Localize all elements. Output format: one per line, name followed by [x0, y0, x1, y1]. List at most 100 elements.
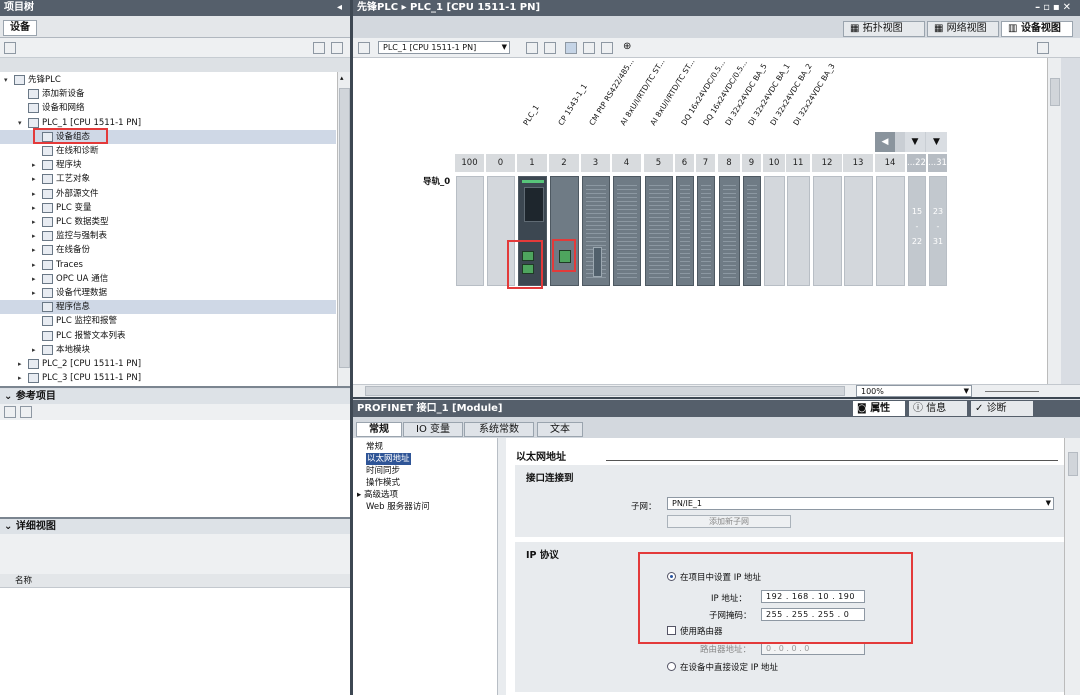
slot-number[interactable]: 4 — [612, 154, 642, 172]
expand-more-icon[interactable]: ▼ — [926, 132, 947, 152]
rack-module[interactable] — [844, 176, 873, 286]
scroll-up-icon[interactable]: ▴ — [340, 74, 349, 83]
rack-module[interactable] — [719, 176, 740, 286]
tree-item[interactable]: ▸ 本地模块 — [0, 343, 336, 357]
nav-item[interactable]: ▸ 高级选项 — [357, 489, 398, 501]
expand-arrow-icon[interactable]: ▸ — [32, 215, 40, 229]
tab-general[interactable]: 常规 — [356, 422, 402, 437]
slot-number[interactable]: 3 — [581, 154, 611, 172]
rack-module[interactable] — [613, 176, 641, 286]
rack-module[interactable] — [876, 176, 905, 286]
tree-scrollbar[interactable]: ▴ — [337, 72, 350, 386]
rack-module[interactable] — [456, 176, 484, 286]
tab-io-tags[interactable]: IO 变量 — [403, 422, 463, 437]
expand-arrow-icon[interactable]: ▸ — [32, 272, 40, 286]
expand-arrow-icon[interactable]: ▸ — [32, 187, 40, 201]
tree-item[interactable]: ▸ PLC_2 [CPU 1511-1 PN] — [0, 357, 336, 371]
slot-number[interactable]: 0 — [486, 154, 516, 172]
tab-diagnostics[interactable]: ✓ 诊断 — [971, 401, 1033, 416]
tree-item[interactable]: ▸ 监控与强制表 — [0, 229, 336, 243]
rack-module[interactable]: 23 - 31 — [929, 176, 947, 286]
add-subnet-button[interactable]: 添加新子网 — [667, 515, 791, 528]
nav-item[interactable]: 以太网地址 — [366, 453, 411, 465]
tree-item[interactable]: ▸ 在线备份 — [0, 243, 336, 257]
rack-module[interactable] — [813, 176, 842, 286]
slot-number[interactable]: 13 — [843, 154, 874, 172]
slot-number[interactable]: 2 — [549, 154, 580, 172]
tab-system-constants[interactable]: 系统常数 — [464, 422, 534, 437]
show-address-icon[interactable] — [544, 42, 556, 54]
slot-number[interactable]: 14 — [875, 154, 906, 172]
slot-number[interactable]: 5 — [644, 154, 674, 172]
tab-texts[interactable]: 文本 — [537, 422, 583, 437]
open-project-icon[interactable] — [4, 406, 16, 418]
vscroll-thumb[interactable] — [1050, 78, 1060, 106]
reference-header[interactable]: ⌄ 参考项目 — [0, 389, 350, 404]
overview-icon[interactable] — [1037, 42, 1049, 54]
prop-vscroll[interactable] — [1064, 438, 1080, 695]
tool-edit-icon[interactable] — [565, 42, 577, 54]
tree-item[interactable]: PLC 报警文本列表 — [0, 329, 336, 343]
expand-arrow-icon[interactable]: ▾ — [18, 116, 26, 130]
tab-devices[interactable]: 设备 — [3, 20, 37, 36]
canvas-hscroll[interactable]: 100% ▼ — [353, 384, 1080, 397]
nav-item[interactable]: 时间同步 — [366, 465, 400, 477]
tree-item[interactable]: ▸ OPC UA 通信 — [0, 272, 336, 286]
tree-item[interactable]: PLC 监控和报警 — [0, 314, 336, 328]
slot-number[interactable]: 8 — [718, 154, 741, 172]
properties-icon[interactable] — [526, 42, 538, 54]
radio-device-ip[interactable] — [667, 662, 676, 671]
tree-item[interactable]: 设备和网络 — [0, 101, 336, 115]
tree-item[interactable]: 在线和诊断 — [0, 144, 336, 158]
rack-module[interactable] — [743, 176, 761, 286]
tree-item[interactable]: 添加新设备 — [0, 87, 336, 101]
expand-arrow-icon[interactable]: ▾ — [4, 73, 12, 87]
rack-module[interactable] — [676, 176, 694, 286]
nav-splitter[interactable] — [498, 438, 506, 695]
tree-item[interactable]: ▸ 设备代理数据 — [0, 286, 336, 300]
nav-item[interactable]: 常规 — [366, 441, 383, 453]
slot-number[interactable]: 6 — [675, 154, 695, 172]
tab-info[interactable]: ⓘ 信息 — [909, 401, 967, 416]
prop-scroll-thumb[interactable] — [1068, 452, 1078, 476]
collapse-icon[interactable]: ◂ — [337, 0, 342, 15]
list-view-icon[interactable] — [313, 42, 325, 54]
close-project-icon[interactable] — [20, 406, 32, 418]
device-icon[interactable] — [358, 42, 370, 54]
side-panel-strip[interactable] — [1061, 58, 1080, 384]
nav-item[interactable]: 操作模式 — [366, 477, 400, 489]
expand-icon[interactable]: ▼ — [905, 132, 925, 152]
slot-number[interactable]: ...31 — [928, 154, 948, 172]
tree-item[interactable]: ▸ 外部源文件 — [0, 187, 336, 201]
rack-module[interactable] — [764, 176, 785, 286]
tab-topology-view[interactable]: ▦ 拓扑视图 — [843, 21, 925, 37]
tab-network-view[interactable]: ▦ 网络视图 — [927, 21, 999, 37]
grid-icon[interactable] — [583, 42, 595, 54]
expand-arrow-icon[interactable]: ▸ — [32, 201, 40, 215]
expand-arrow-icon[interactable]: ▸ — [32, 229, 40, 243]
expand-arrow-icon[interactable]: ▸ — [32, 286, 40, 300]
slot-number[interactable]: 100 — [455, 154, 485, 172]
tree-item[interactable]: 程序信息 — [0, 300, 336, 315]
tree-item[interactable]: ▸ Traces — [0, 258, 336, 272]
serial-port-icon[interactable] — [593, 247, 602, 277]
tree-item[interactable]: ▸ PLC 数据类型 — [0, 215, 336, 229]
new-folder-icon[interactable] — [4, 42, 16, 54]
rack-module[interactable]: 15 - 22 — [908, 176, 926, 286]
rack-module[interactable] — [787, 176, 810, 286]
slot-number[interactable]: 1 — [517, 154, 548, 172]
rack-module[interactable] — [697, 176, 715, 286]
tab-properties[interactable]: ◙ 属性 — [853, 401, 905, 416]
hscroll-thumb[interactable] — [365, 386, 845, 396]
expand-arrow-icon[interactable]: ▸ — [357, 490, 364, 500]
zoom-icon[interactable]: ⊕ — [623, 41, 631, 52]
export-icon[interactable] — [331, 42, 343, 54]
rack-module[interactable] — [582, 176, 610, 286]
prev-rack-icon[interactable]: ◀ — [875, 132, 895, 152]
expand-arrow-icon[interactable]: ▸ — [32, 158, 40, 172]
device-select[interactable]: PLC_1 [CPU 1511-1 PN] ▼ — [378, 41, 510, 54]
zoom-select[interactable]: 100% ▼ — [856, 385, 972, 397]
rack-module[interactable] — [645, 176, 673, 286]
expand-arrow-icon[interactable]: ▸ — [18, 371, 26, 385]
nav-item[interactable]: Web 服务器访问 — [366, 501, 430, 513]
